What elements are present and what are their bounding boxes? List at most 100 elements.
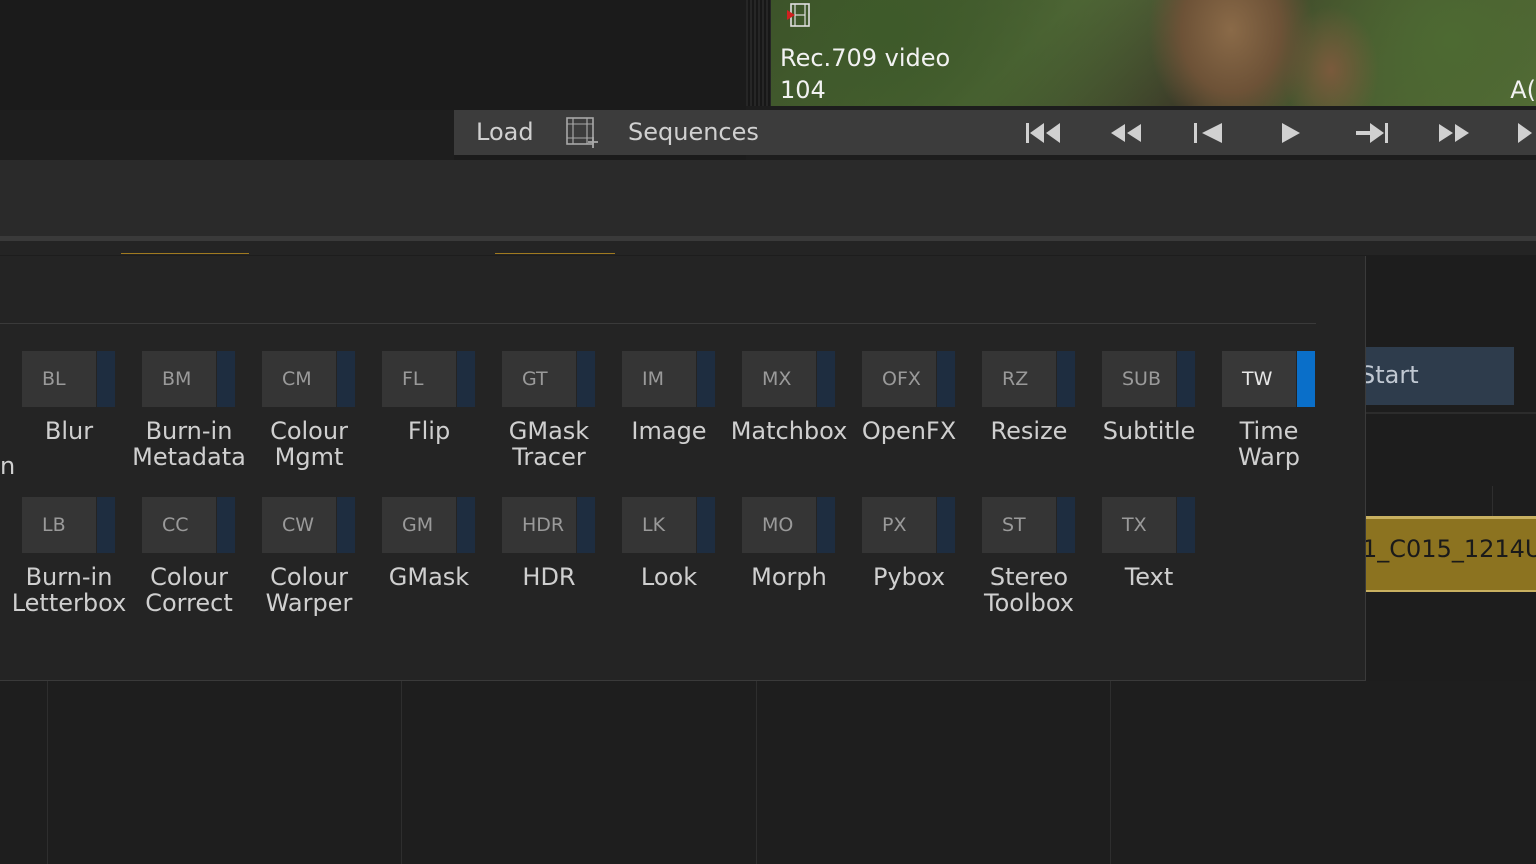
effect-tile-bar <box>217 497 235 553</box>
effect-tile-colour-mgmt[interactable]: CM <box>262 351 355 407</box>
effect-tile-burn-in-metadata[interactable]: BM <box>142 351 235 407</box>
effects-menu-panel: n BL Blur BM Burn-in Metadata CM Colour Mgmt F… <box>0 256 1366 681</box>
effect-tile-stereo-toolbox[interactable]: ST <box>982 497 1075 553</box>
effect-tile-bar <box>1057 497 1075 553</box>
effect-tile-bar <box>937 497 955 553</box>
effect-code: BL <box>22 351 96 407</box>
effect-code: HDR <box>502 497 576 553</box>
effect-tile-bar <box>697 497 715 553</box>
effect-code: BM <box>142 351 216 407</box>
effect-tile-matchbox[interactable]: MX <box>742 351 835 407</box>
effect-code: RZ <box>982 351 1056 407</box>
timeline-gridline <box>1110 681 1111 864</box>
effect-tile-bar <box>97 497 115 553</box>
effect-label-pybox[interactable]: Pybox <box>839 564 979 590</box>
effect-code: IM <box>622 351 696 407</box>
effect-tile-image[interactable]: IM <box>622 351 715 407</box>
last-frame-button[interactable] <box>1514 118 1536 148</box>
effect-code: MX <box>742 351 816 407</box>
effect-code: GM <box>382 497 456 553</box>
effect-tile-burn-in-letterbox[interactable]: LB <box>22 497 115 553</box>
effect-tile-time-warp[interactable]: TW <box>1222 351 1315 407</box>
effect-tile-bar <box>337 497 355 553</box>
clip-colourspace-label: Rec.709 video <box>780 44 951 72</box>
effect-label-gmask-tracer[interactable]: GMask Tracer <box>479 418 619 470</box>
effect-tile-resize[interactable]: RZ <box>982 351 1075 407</box>
effect-code: SUB <box>1102 351 1176 407</box>
timeline-clip[interactable]: 1_C015_1214U <box>1362 516 1536 592</box>
start-button[interactable]: Start <box>1358 347 1514 405</box>
effect-label-text[interactable]: Text <box>1079 564 1219 590</box>
cut-off-label: n <box>0 452 16 480</box>
effect-label-stereo-toolbox[interactable]: Stereo Toolbox <box>959 564 1099 616</box>
effect-label-openfx[interactable]: OpenFX <box>839 418 979 444</box>
timeline-area[interactable] <box>0 681 1536 864</box>
effect-tile-bar <box>457 497 475 553</box>
effect-label-image[interactable]: Image <box>599 418 739 444</box>
effect-tile-text[interactable]: TX <box>1102 497 1195 553</box>
effect-label-resize[interactable]: Resize <box>959 418 1099 444</box>
effect-code: TW <box>1222 351 1296 407</box>
play-button[interactable] <box>1268 118 1312 148</box>
skip-to-end-icon <box>1518 123 1532 143</box>
effect-tile-bar <box>97 351 115 407</box>
effect-tile-flip[interactable]: FL <box>382 351 475 407</box>
video-viewer[interactable]: Rec.709 video 104 A( <box>771 0 1536 106</box>
clip-frame-number: 104 <box>780 76 826 104</box>
effect-label-subtitle[interactable]: Subtitle <box>1079 418 1219 444</box>
effect-label-colour-mgmt[interactable]: Colour Mgmt <box>239 418 379 470</box>
first-frame-button[interactable] <box>1022 118 1066 148</box>
viewer-corner-text: A( <box>1510 76 1536 104</box>
effect-tile-bar <box>817 351 835 407</box>
effect-tile-bar <box>697 351 715 407</box>
toolbar-area <box>0 160 1536 236</box>
effect-tile-bar <box>457 351 475 407</box>
rewind-icon <box>1111 124 1141 142</box>
effect-label-gmask[interactable]: GMask <box>359 564 499 590</box>
viewer-edge-hatch <box>746 0 771 106</box>
effect-label-hdr[interactable]: HDR <box>479 564 619 590</box>
effect-tile-morph[interactable]: MO <box>742 497 835 553</box>
timeline-gridline <box>1492 486 1493 516</box>
effect-label-burn-in-metadata[interactable]: Burn-in Metadata <box>119 418 259 470</box>
effect-code: CC <box>142 497 216 553</box>
effect-tile-bar <box>1297 351 1315 407</box>
effect-tile-gmask[interactable]: GM <box>382 497 475 553</box>
effect-label-matchbox[interactable]: Matchbox <box>719 418 859 444</box>
effect-tile-colour-correct[interactable]: CC <box>142 497 235 553</box>
effect-code: OFX <box>862 351 936 407</box>
sequence-add-icon[interactable] <box>564 114 598 150</box>
fast-forward-button[interactable] <box>1432 118 1476 148</box>
panel-header-divider <box>0 323 1316 324</box>
effect-tile-pybox[interactable]: PX <box>862 497 955 553</box>
effect-label-colour-correct[interactable]: Colour Correct <box>119 564 259 616</box>
effect-label-flip[interactable]: Flip <box>359 418 499 444</box>
tab-highlight-right <box>495 253 615 254</box>
effect-tile-openfx[interactable]: OFX <box>862 351 955 407</box>
effect-label-look[interactable]: Look <box>599 564 739 590</box>
effect-tile-bar <box>577 351 595 407</box>
effect-tile-blur[interactable]: BL <box>22 351 115 407</box>
effect-label-colour-warper[interactable]: Colour Warper <box>239 564 379 616</box>
rewind-button[interactable] <box>1104 118 1148 148</box>
film-clip-icon <box>787 3 810 27</box>
effect-tile-colour-warper[interactable]: CW <box>262 497 355 553</box>
timeline-gridline <box>47 681 48 864</box>
effect-label-time-warp[interactable]: Time Warp <box>1199 418 1339 470</box>
next-frame-button[interactable] <box>1350 118 1394 148</box>
previous-frame-button[interactable] <box>1186 118 1230 148</box>
timeline-gridline <box>756 681 757 864</box>
effect-label-morph[interactable]: Morph <box>719 564 859 590</box>
effect-tile-look[interactable]: LK <box>622 497 715 553</box>
effect-tile-gmask-tracer[interactable]: GT <box>502 351 595 407</box>
sequences-button[interactable]: Sequences <box>628 118 759 146</box>
effect-code: ST <box>982 497 1056 553</box>
effect-tile-bar <box>937 351 955 407</box>
effect-code: MO <box>742 497 816 553</box>
effect-tile-bar <box>217 351 235 407</box>
play-icon <box>1282 123 1300 143</box>
effect-tile-hdr[interactable]: HDR <box>502 497 595 553</box>
effect-tile-subtitle[interactable]: SUB <box>1102 351 1195 407</box>
effect-tile-bar <box>1057 351 1075 407</box>
load-button[interactable]: Load <box>476 118 534 146</box>
